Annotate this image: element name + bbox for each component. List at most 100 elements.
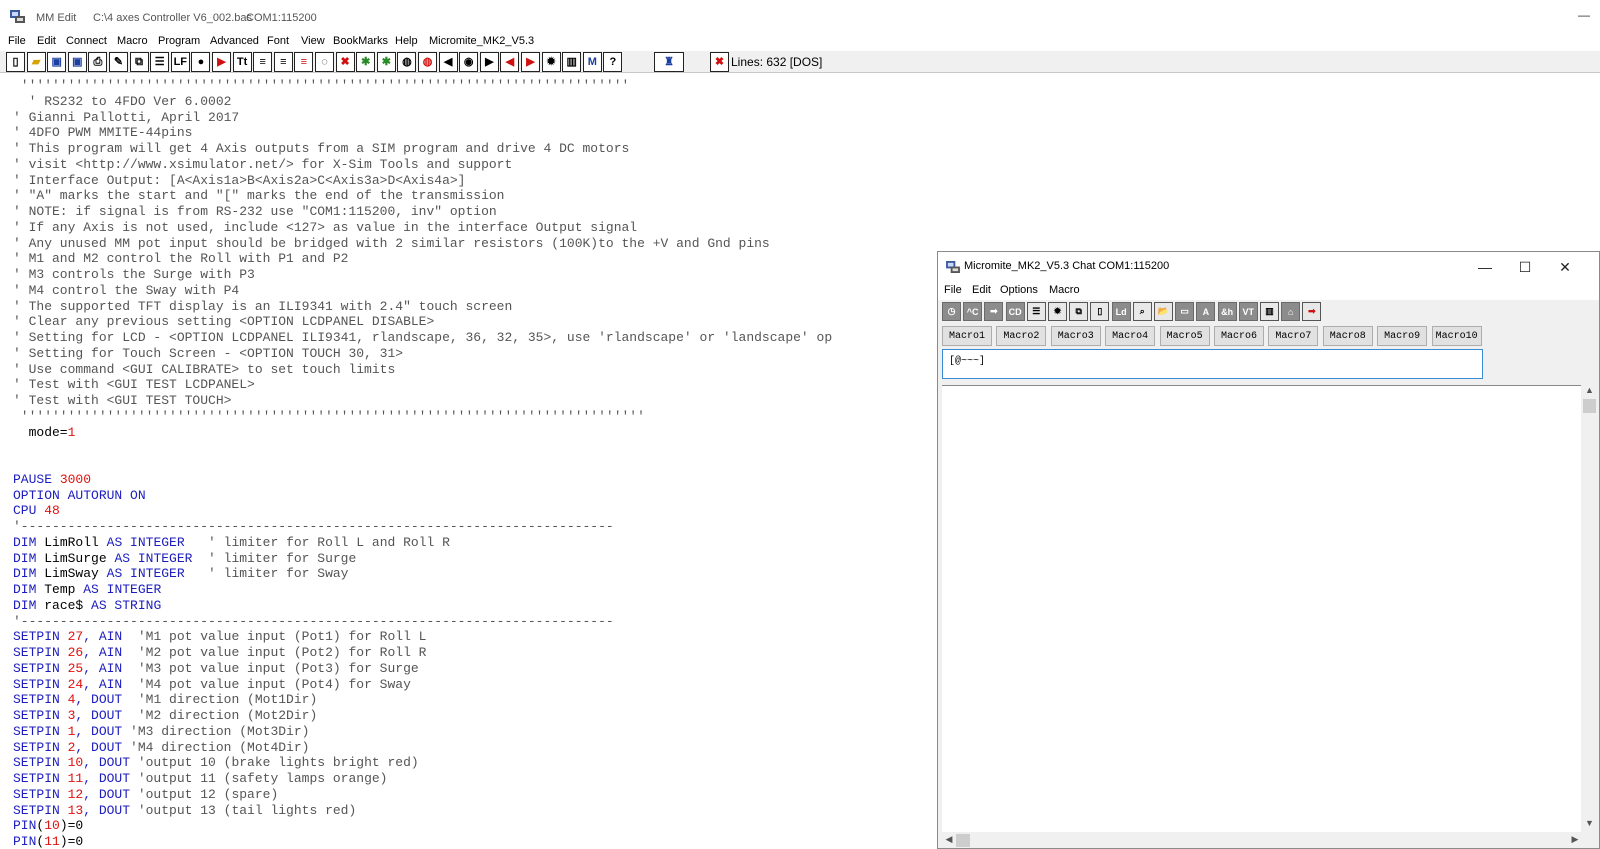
macro-button-2[interactable]: Macro2 [996,326,1047,346]
chat-menu-macro[interactable]: Macro [1049,284,1080,296]
cd-icon[interactable]: CD [1005,302,1025,321]
macro-button-9[interactable]: Macro9 [1377,326,1428,346]
copy-icon[interactable]: ⧉ [1069,302,1089,321]
clock-icon[interactable]: ◷ [942,302,961,321]
chat-command-input[interactable]: [@~~~] [942,349,1483,379]
scroll-thumb[interactable] [1583,399,1596,413]
scroll-down-icon[interactable]: ▼ [1581,818,1598,832]
bug-icon[interactable]: ✱ [356,52,376,72]
hscroll-thumb[interactable] [956,834,970,847]
macro-button-1[interactable]: Macro1 [942,326,992,346]
vt-icon[interactable]: VT [1238,302,1258,321]
arrow-left-red-icon[interactable]: ◀ [500,52,520,72]
menu-bookmarks[interactable]: BookMarks [333,35,388,47]
font-size-icon[interactable]: Tt [232,52,252,72]
new-file-icon[interactable]: ▯ [6,52,25,72]
menu-help[interactable]: Help [395,35,418,47]
load-icon[interactable]: Ld [1111,302,1131,321]
macro-button-10[interactable]: Macro10 [1431,326,1482,346]
mm-icon[interactable]: M [582,52,602,72]
open-folder-icon[interactable]: 📂 [1154,302,1173,321]
scroll-left-icon[interactable]: ◀ [942,834,956,847]
menu-file[interactable]: File [8,35,26,47]
gear-icon[interactable]: ✹ [541,52,561,72]
menu-advanced[interactable]: Advanced [210,35,259,47]
code-token: SETPIN [13,771,68,786]
new-file-icon[interactable]: ▯ [1090,302,1110,321]
align-right-icon[interactable]: ≡ [273,52,293,72]
lf-icon[interactable]: LF [170,52,190,72]
arrow-left-icon[interactable]: ◀ [438,52,458,72]
menu-program[interactable]: Program [158,35,200,47]
chat-menu-options[interactable]: Options [1000,284,1038,296]
hex-icon[interactable]: &h [1217,302,1237,321]
align-left-icon[interactable]: ≡ [253,52,273,72]
save-as-icon[interactable]: ▣ [67,52,87,72]
print-icon[interactable]: ⎙ [88,52,108,72]
save-icon[interactable]: ▣ [47,52,67,72]
menu-font[interactable]: Font [267,35,289,47]
code-line: mode=1 [13,425,76,440]
record-icon[interactable]: ◉ [459,52,479,72]
ctrl-c-icon[interactable]: ^C [963,302,983,321]
chat-menu-edit[interactable]: Edit [972,284,991,296]
chat-icon[interactable]: ◍ [397,52,417,72]
speech-icon[interactable]: ◌ [315,52,334,72]
code-line: ' The supported TFT display is an ILI934… [13,298,513,314]
search-icon[interactable]: ⌕ [1132,302,1152,321]
list-red-icon[interactable]: ≡ [294,52,314,72]
code-line: SETPIN 4, DOUT 'M1 direction (Mot1Dir) [13,692,317,707]
close-red-icon[interactable]: ✖ [710,52,729,72]
chat-horizontal-scrollbar[interactable]: ◀ ▶ [942,832,1582,848]
run-red-icon[interactable]: ➡ [1302,302,1322,321]
macro-button-8[interactable]: Macro8 [1322,326,1373,346]
help-icon[interactable]: ? [603,52,623,72]
stop-icon[interactable]: ✖ [335,52,355,72]
list-icon[interactable]: ☰ [150,52,170,72]
menu-edit[interactable]: Edit [37,35,56,47]
code-editor[interactable]: ''''''''''''''''''''''''''''''''''''''''… [0,74,938,849]
columns-icon[interactable]: ▥ [562,52,582,72]
scroll-right-icon[interactable]: ▶ [1568,834,1582,847]
macro-button-6[interactable]: Macro6 [1214,326,1264,346]
minimize-button[interactable]: — [1574,8,1594,26]
chat-maximize-button[interactable]: ☐ [1505,252,1545,282]
code-token: AS INTEGER [83,582,162,597]
macro-button-4[interactable]: Macro4 [1105,326,1156,346]
list-icon[interactable]: ☰ [1026,302,1046,321]
arrow-right-red-icon[interactable]: ▶ [521,52,540,72]
chat-menu-file[interactable]: File [944,284,962,296]
menu-connect[interactable]: Connect [66,35,107,47]
open-folder-icon[interactable]: ▰ [26,52,46,72]
run-icon[interactable]: ▶ [212,52,231,72]
code-token: SETPIN [13,739,68,755]
scroll-up-icon[interactable]: ▲ [1581,385,1598,399]
menu-micromite-mk2-v5-3[interactable]: Micromite_MK2_V5.3 [429,35,534,47]
menu-view[interactable]: View [301,35,325,47]
home-icon[interactable]: ⌂ [1281,302,1301,321]
chat-minimize-button[interactable]: — [1465,252,1505,282]
columns-icon[interactable]: ▥ [1260,302,1279,321]
chat-output-area[interactable] [942,385,1582,832]
chat-vertical-scrollbar[interactable]: ▲ ▼ [1581,385,1598,832]
gear-icon[interactable]: ✹ [1048,302,1067,321]
chat-edit-icon[interactable]: ◍ [418,52,437,72]
code-token: 10 [44,818,60,834]
font-icon[interactable]: A [1196,302,1216,321]
runner-icon[interactable]: ♜ [654,52,684,72]
bug-green-icon[interactable]: ✱ [376,52,396,72]
copy-icon[interactable]: ⧉ [129,52,149,72]
dot-icon[interactable]: ● [191,52,211,72]
blank-icon[interactable]: ▭ [1175,302,1195,321]
macro-button-5[interactable]: Macro5 [1159,326,1210,346]
send-arrow-icon[interactable]: ➡ [984,302,1004,321]
chat-close-button[interactable]: ✕ [1545,252,1585,282]
arrow-right-icon[interactable]: ▶ [479,52,499,72]
macro-button-7[interactable]: Macro7 [1268,326,1319,346]
pen-icon[interactable]: ✎ [109,52,128,72]
menu-macro[interactable]: Macro [117,35,148,47]
macro-button-3[interactable]: Macro3 [1050,326,1101,346]
code-token: 'M4 direction (Mot4Dir) [122,739,310,755]
code-token: 10 [67,755,84,771]
code-line: SETPIN 12, DOUT 'output 12 (spare) [13,787,278,802]
